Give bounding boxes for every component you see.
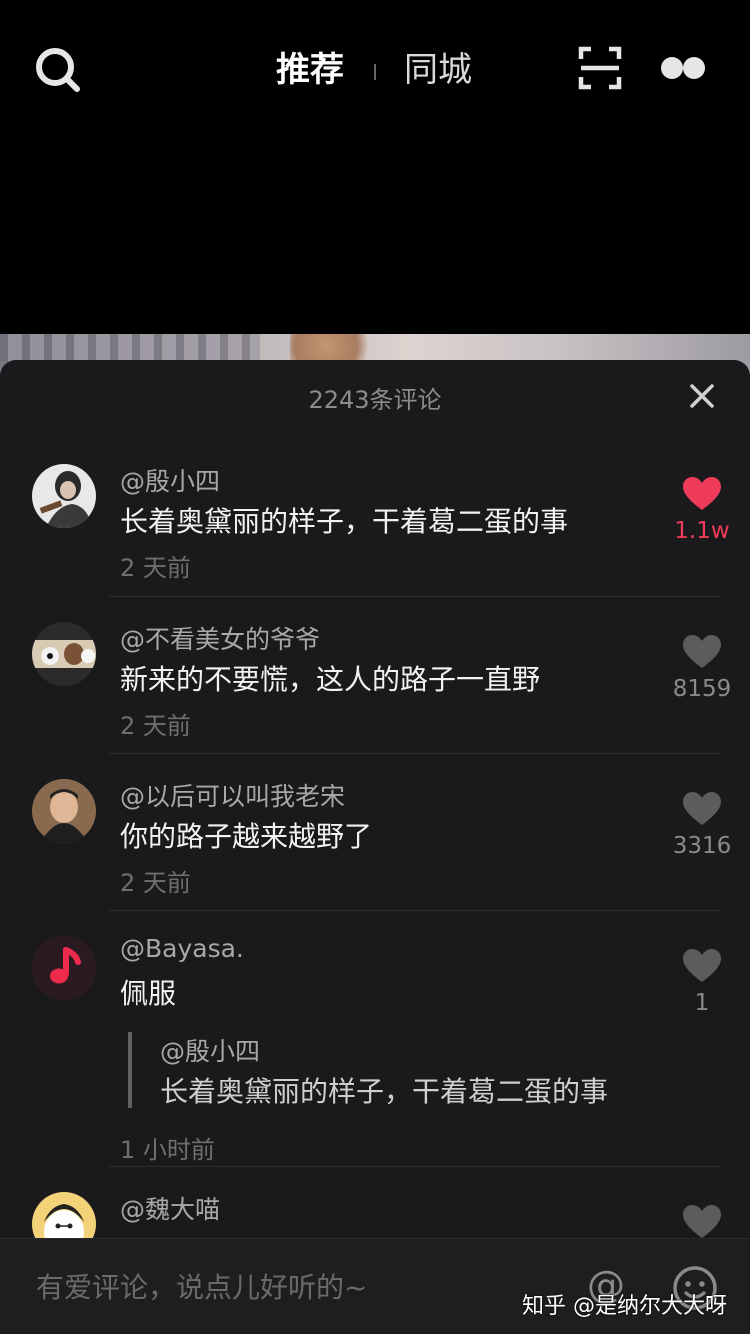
comment-item[interactable]: @殷小四 长着奥黛丽的样子，干着葛二蛋的事 2 天前 1.1w	[0, 460, 750, 610]
like-button[interactable]	[670, 1204, 734, 1240]
comments-sheet: 2243条评论 @殷小四 长着奥黛丽的样子，干着葛二蛋的事 2 天前 1.1w …	[0, 360, 750, 1334]
heart-icon	[683, 635, 721, 668]
like-count: 8159	[672, 676, 732, 702]
like-button[interactable]: 1	[670, 948, 734, 1016]
like-count: 3316	[672, 833, 732, 859]
comment-input[interactable]	[36, 1267, 556, 1307]
heart-icon	[683, 792, 721, 825]
like-button[interactable]: 3316	[670, 791, 734, 859]
like-count: 1	[694, 990, 710, 1016]
comment-text: 新来的不要慌，这人的路子一直野	[120, 663, 541, 696]
feed-tabs: 推荐 同城	[0, 44, 750, 96]
comment-username[interactable]: @以后可以叫我老宋	[120, 777, 345, 813]
scan-icon[interactable]	[578, 46, 622, 90]
close-icon[interactable]	[688, 382, 716, 410]
comment-time: 2 天前	[120, 554, 191, 582]
reply-quote[interactable]: @殷小四 长着奥黛丽的样子，干着葛二蛋的事	[128, 1032, 688, 1108]
like-count: 1.1w	[674, 518, 730, 544]
top-nav-bar: 推荐 同城	[0, 0, 750, 140]
divider	[108, 910, 720, 911]
quoted-username[interactable]: @殷小四	[160, 1032, 260, 1068]
heart-icon	[683, 1205, 721, 1238]
quoted-text: 长着奥黛丽的样子，干着葛二蛋的事	[160, 1075, 609, 1108]
divider	[108, 596, 720, 597]
avatar[interactable]	[32, 779, 96, 843]
comment-username[interactable]: @Bayasa.	[120, 934, 244, 963]
comment-username[interactable]: @魏大喵	[120, 1190, 220, 1226]
like-button[interactable]: 1.1w	[670, 476, 734, 544]
comment-item[interactable]: @不看美女的爷爷 新来的不要慌，这人的路子一直野 2 天前 8159	[0, 618, 750, 768]
comment-username[interactable]: @殷小四	[120, 462, 220, 498]
watermark: 知乎 @是纳尔大大呀	[522, 1294, 727, 1319]
comments-count-title: 2243条评论	[308, 386, 442, 414]
tab-divider	[374, 64, 376, 80]
comment-time: 1 小时前	[120, 1136, 215, 1164]
heart-icon	[683, 949, 721, 982]
avatar[interactable]	[32, 622, 96, 686]
comment-text: 佩服	[120, 977, 177, 1010]
comment-username[interactable]: @不看美女的爷爷	[120, 620, 320, 656]
comment-text: 长着奥黛丽的样子，干着葛二蛋的事	[120, 505, 569, 538]
heart-icon	[683, 477, 721, 510]
divider	[108, 753, 720, 754]
music-note-icon	[32, 936, 96, 1000]
comments-header: 2243条评论	[0, 360, 750, 432]
comment-item[interactable]: @以后可以叫我老宋 你的路子越来越野了 2 天前 3316	[0, 775, 750, 925]
avatar[interactable]	[32, 936, 96, 1000]
comment-item[interactable]: @Bayasa. 佩服 @殷小四 长着奥黛丽的样子，干着葛二蛋的事 1 小时前 …	[0, 932, 750, 1164]
comment-text: 你的路子越来越野了	[120, 820, 373, 853]
more-icon[interactable]	[660, 56, 706, 80]
avatar[interactable]	[32, 464, 96, 528]
divider	[108, 1166, 720, 1167]
tab-recommend[interactable]: 推荐	[276, 44, 344, 96]
comment-time: 2 天前	[120, 712, 191, 740]
tab-city[interactable]: 同城	[404, 44, 472, 96]
like-button[interactable]: 8159	[670, 634, 734, 702]
comment-time: 2 天前	[120, 869, 191, 897]
